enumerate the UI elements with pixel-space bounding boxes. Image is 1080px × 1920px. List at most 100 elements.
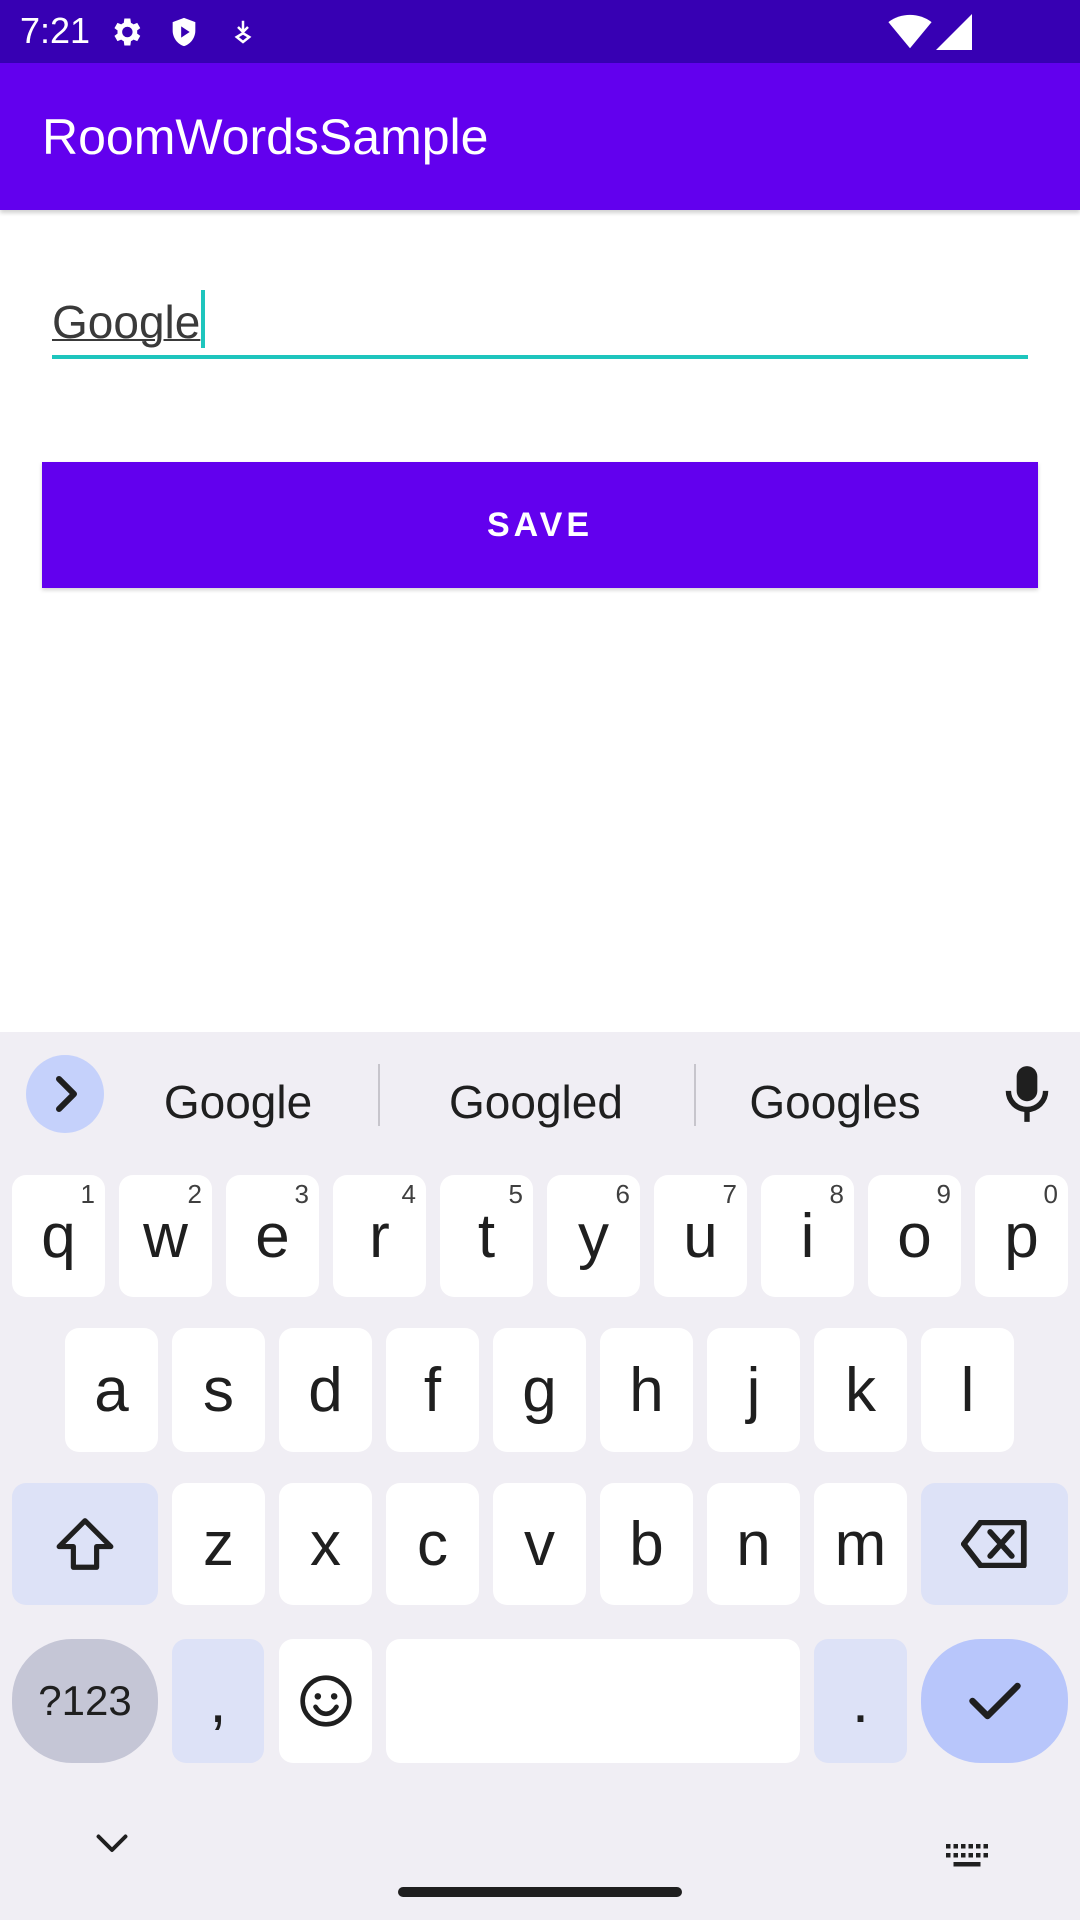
key-label: k xyxy=(845,1355,876,1425)
key-m[interactable]: m xyxy=(814,1483,907,1605)
download-icon xyxy=(228,14,258,55)
key-label: g xyxy=(522,1355,557,1425)
word-input-value[interactable]: Google xyxy=(52,290,206,349)
key-e[interactable]: e3 xyxy=(226,1175,319,1297)
key-j[interactable]: j xyxy=(707,1328,800,1452)
suggestion-2[interactable]: Googled xyxy=(410,1072,662,1132)
key-label: i xyxy=(800,1201,815,1271)
key-l[interactable]: l xyxy=(921,1328,1014,1452)
symbols-key[interactable]: ?123 xyxy=(12,1639,158,1763)
emoji-icon xyxy=(299,1675,352,1727)
key-label: e xyxy=(255,1201,290,1271)
gesture-navigation-handle[interactable] xyxy=(398,1887,682,1897)
key-label: l xyxy=(960,1355,975,1425)
key-label: r xyxy=(369,1201,390,1271)
key-label: t xyxy=(477,1201,496,1271)
suggestion-strip: Google Googled Googles xyxy=(0,1032,1080,1162)
key-h[interactable]: h xyxy=(600,1328,693,1452)
key-n[interactable]: n xyxy=(707,1483,800,1605)
key-label: q xyxy=(41,1201,76,1271)
shield-icon xyxy=(167,14,201,55)
shift-key[interactable] xyxy=(12,1483,158,1605)
key-label: h xyxy=(629,1355,664,1425)
key-s[interactable]: s xyxy=(172,1328,265,1452)
key-v[interactable]: v xyxy=(493,1483,586,1605)
key-t[interactable]: t5 xyxy=(440,1175,533,1297)
suggestion-3[interactable]: Googles xyxy=(722,1072,948,1132)
key-d[interactable]: d xyxy=(279,1328,372,1452)
key-hint: 8 xyxy=(829,1179,844,1209)
key-label: j xyxy=(746,1355,761,1425)
key-c[interactable]: c xyxy=(386,1483,479,1605)
text-cursor xyxy=(201,290,206,348)
backspace-key[interactable] xyxy=(921,1483,1068,1605)
hide-keyboard-chevron-icon[interactable] xyxy=(94,1832,130,1861)
chevron-right-icon xyxy=(56,1076,77,1112)
key-x[interactable]: x xyxy=(279,1483,372,1605)
key-u[interactable]: u7 xyxy=(654,1175,747,1297)
key-label: c xyxy=(417,1509,448,1579)
microphone-icon[interactable] xyxy=(1002,1064,1052,1131)
enter-key[interactable] xyxy=(921,1639,1068,1763)
app-title: RoomWordsSample xyxy=(42,109,489,165)
key-hint: 3 xyxy=(294,1179,309,1209)
key-hint: 4 xyxy=(401,1179,416,1209)
suggestion-divider xyxy=(694,1064,696,1126)
key-w[interactable]: w2 xyxy=(119,1175,212,1297)
key-label: n xyxy=(736,1509,771,1579)
key-z[interactable]: z xyxy=(172,1483,265,1605)
status-bar: 7:21 xyxy=(0,0,1080,63)
gear-icon xyxy=(108,14,144,55)
key-g[interactable]: g xyxy=(493,1328,586,1452)
key-label: m xyxy=(834,1509,887,1579)
expand-toolbar-button[interactable] xyxy=(26,1055,104,1133)
keyboard-switch-icon[interactable] xyxy=(946,1844,988,1873)
word-input[interactable]: Google xyxy=(52,270,1028,360)
app-bar: RoomWordsSample xyxy=(0,63,1080,210)
key-p[interactable]: p0 xyxy=(975,1175,1068,1297)
key-hint: 9 xyxy=(936,1179,951,1209)
key-label: a xyxy=(94,1355,129,1425)
wifi-icon xyxy=(888,14,932,55)
key-q[interactable]: q1 xyxy=(12,1175,105,1297)
key-y[interactable]: y6 xyxy=(547,1175,640,1297)
key-hint: 5 xyxy=(508,1179,523,1209)
cell-signal-icon xyxy=(936,14,972,55)
key-label: o xyxy=(897,1201,932,1271)
key-label: f xyxy=(423,1355,442,1425)
emoji-key[interactable] xyxy=(279,1639,372,1763)
key-label: z xyxy=(203,1509,234,1579)
period-key[interactable]: . xyxy=(814,1639,907,1763)
soft-keyboard: Google Googled Googles ?123 , . q 1 w 2 … xyxy=(0,1032,1080,1920)
key-b[interactable]: b xyxy=(600,1483,693,1605)
status-time: 7:21 xyxy=(20,10,91,51)
key-label: s xyxy=(203,1355,234,1425)
key-i[interactable]: i8 xyxy=(761,1175,854,1297)
key-label: y xyxy=(578,1201,609,1271)
shift-icon xyxy=(56,1518,114,1570)
key-hint: 1 xyxy=(80,1179,95,1209)
key-label: w xyxy=(143,1201,188,1271)
key-r[interactable]: r4 xyxy=(333,1175,426,1297)
key-label: p xyxy=(1004,1201,1039,1271)
key-k[interactable]: k xyxy=(814,1328,907,1452)
key-label: x xyxy=(310,1509,341,1579)
backspace-icon xyxy=(960,1520,1027,1568)
key-hint: 0 xyxy=(1043,1179,1058,1209)
check-icon xyxy=(968,1682,1021,1720)
save-button[interactable]: SAVE xyxy=(42,462,1038,588)
key-label: v xyxy=(524,1509,555,1579)
word-input-text: Google xyxy=(52,296,201,348)
comma-key[interactable]: , xyxy=(172,1639,264,1763)
key-o[interactable]: o9 xyxy=(868,1175,961,1297)
key-f[interactable]: f xyxy=(386,1328,479,1452)
key-label: b xyxy=(629,1509,664,1579)
key-label: d xyxy=(308,1355,343,1425)
key-label: u xyxy=(683,1201,718,1271)
space-key[interactable] xyxy=(386,1639,800,1763)
key-hint: 6 xyxy=(615,1179,630,1209)
key-hint: 2 xyxy=(187,1179,202,1209)
suggestion-divider xyxy=(378,1064,380,1126)
suggestion-1[interactable]: Google xyxy=(128,1072,348,1132)
key-a[interactable]: a xyxy=(65,1328,158,1452)
